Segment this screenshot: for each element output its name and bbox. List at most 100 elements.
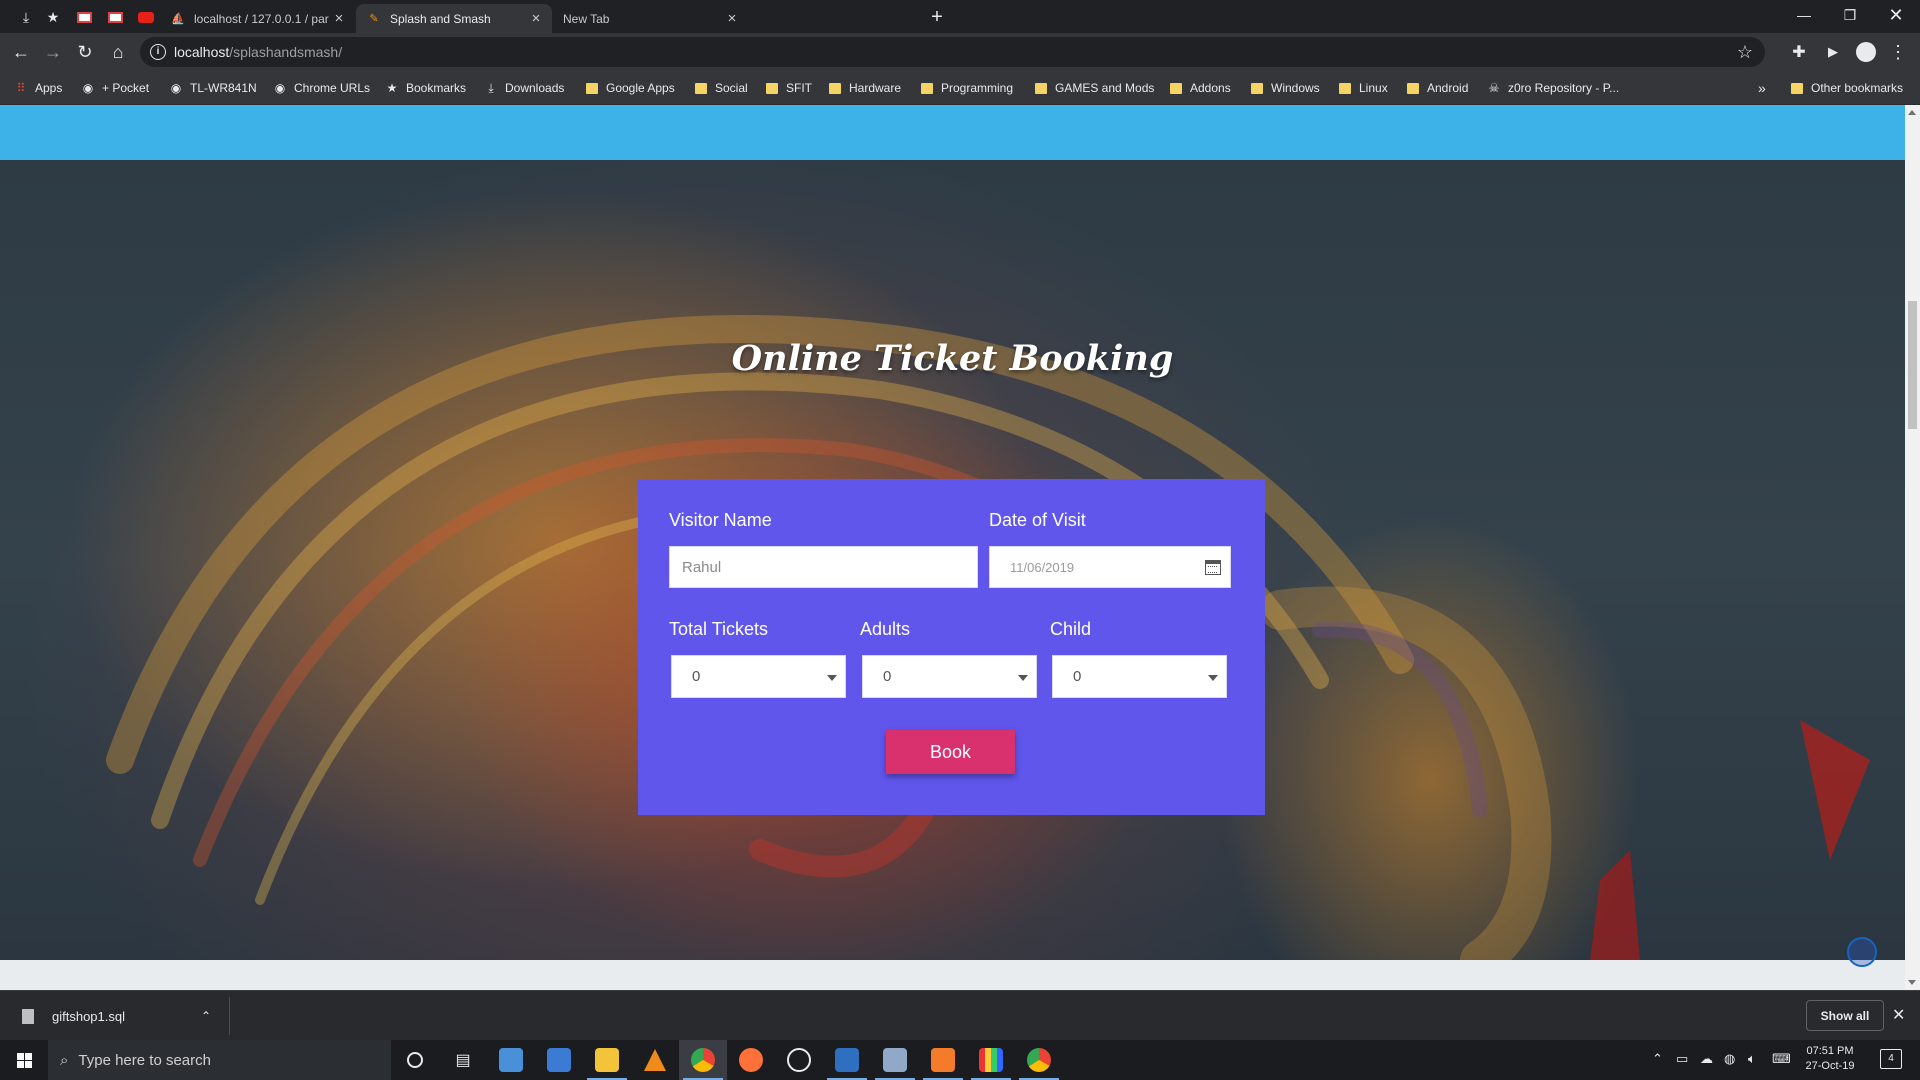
network-globe-icon[interactable]: ◍ <box>1724 1051 1735 1067</box>
globe-icon: ◉ <box>274 81 286 95</box>
xampp-icon[interactable] <box>919 1040 967 1080</box>
minimize-icon[interactable]: — <box>1781 0 1827 30</box>
notifications-icon[interactable]: 4 <box>1880 1049 1902 1069</box>
firefox-icon[interactable] <box>727 1040 775 1080</box>
child-select[interactable]: 0 <box>1052 655 1227 698</box>
download-icon[interactable]: ⤓ <box>15 6 37 28</box>
site-info-icon[interactable]: i <box>150 44 166 60</box>
bookmark-folder-windows[interactable]: Windows <box>1250 79 1320 97</box>
visitor-name-input[interactable]: Rahul <box>669 546 978 588</box>
bookmark-bookmarks[interactable]: ★ Bookmarks <box>385 79 466 97</box>
start-button[interactable] <box>0 1040 48 1080</box>
date-of-visit-input[interactable]: 11/06/2019 <box>989 546 1231 588</box>
onedrive-icon[interactable]: ☁ <box>1700 1051 1713 1067</box>
display-icon[interactable]: ▭ <box>1676 1051 1688 1067</box>
bookmark-folder-programming[interactable]: Programming <box>920 79 1013 97</box>
extensions-icon[interactable]: ✚ <box>1786 39 1812 65</box>
clock-date: 27-Oct-19 <box>1805 1060 1855 1072</box>
chrome-icon[interactable] <box>679 1040 727 1080</box>
folder-icon <box>828 81 842 95</box>
task-view-icon[interactable]: ▤ <box>439 1040 487 1080</box>
address-bar[interactable]: i localhost/splashandsmash/ ☆ <box>140 37 1765 67</box>
menu-kebab-icon[interactable]: ⋮ <box>1885 39 1911 65</box>
book-button[interactable]: Book <box>886 730 1015 774</box>
media-play-icon[interactable]: ▶ <box>1820 39 1846 65</box>
total-tickets-select[interactable]: 0 <box>671 655 846 698</box>
scroll-down-icon[interactable] <box>1908 980 1916 985</box>
close-tab-icon[interactable]: × <box>722 10 742 27</box>
chevron-up-icon[interactable]: ⌃ <box>201 1009 211 1023</box>
bookmark-folder-games-and-mods[interactable]: GAMES and Mods <box>1034 79 1154 97</box>
gmail-icon[interactable] <box>73 6 95 28</box>
adults-select[interactable]: 0 <box>862 655 1037 698</box>
adults-label: Adults <box>860 619 911 639</box>
bookmark-tl-wr841n[interactable]: ◉ TL-WR841N <box>169 79 257 97</box>
app-icon-colors[interactable] <box>967 1040 1015 1080</box>
bookmark-folder-hardware[interactable]: Hardware <box>828 79 901 97</box>
taskbar-search-box[interactable]: ⌕ Type here to search <box>48 1040 391 1080</box>
skull-icon: ☠ <box>1488 81 1500 95</box>
scroll-up-icon[interactable] <box>1908 110 1916 115</box>
volume-icon[interactable]: 🔈︎ <box>1748 1051 1756 1067</box>
show-all-button[interactable]: Show all <box>1806 1000 1884 1031</box>
close-tab-icon[interactable]: × <box>329 10 349 27</box>
system-clock[interactable]: 07:51 PM 27-Oct-19 <box>1800 1044 1860 1074</box>
bookmark-folder-addons[interactable]: Addons <box>1169 79 1231 97</box>
folder-icon <box>1250 81 1264 95</box>
gmail-icon-2[interactable] <box>104 6 126 28</box>
new-tab-plus-icon[interactable]: + <box>926 6 948 28</box>
bookmark-folder-other[interactable]: Other bookmarks <box>1790 79 1903 97</box>
forward-icon[interactable]: → <box>40 39 66 65</box>
file-icon <box>22 1008 34 1024</box>
app-icon-remote[interactable] <box>871 1040 919 1080</box>
tab-splash-and-smash[interactable]: ✎ Splash and Smash × <box>356 4 552 33</box>
bookmark-star-icon[interactable]: ☆ <box>1737 42 1753 63</box>
folder-icon <box>694 81 708 95</box>
home-icon[interactable]: ⌂ <box>105 39 131 65</box>
folder-icon <box>1790 81 1804 95</box>
bookmark-pocket[interactable]: ◉ + Pocket <box>81 79 149 97</box>
url-text: localhost/splashandsmash/ <box>174 44 343 60</box>
bookmark-downloads[interactable]: ⤓ Downloads <box>484 79 564 97</box>
profile-avatar-icon[interactable] <box>1853 39 1879 65</box>
restore-icon[interactable]: ❐ <box>1827 0 1873 30</box>
bookmark-z0ro-repository[interactable]: ☠ z0ro Repository - P... <box>1487 79 1620 97</box>
bookmark-folder-android[interactable]: Android <box>1406 79 1468 97</box>
app-icon-documents[interactable] <box>823 1040 871 1080</box>
scrollbar-thumb[interactable] <box>1908 301 1917 429</box>
tab-new-tab[interactable]: New Tab × <box>553 4 748 33</box>
bookmark-folder-google-apps[interactable]: Google Apps <box>585 79 675 97</box>
app-icon-network[interactable] <box>535 1040 583 1080</box>
bookmark-chrome-urls[interactable]: ◉ Chrome URLs <box>273 79 370 97</box>
app-icon-explorer-window[interactable] <box>487 1040 535 1080</box>
tray-chevron-up-icon[interactable]: ⌃ <box>1652 1051 1663 1067</box>
close-window-icon[interactable]: ✕ <box>1873 0 1919 30</box>
tab-title: Splash and Smash <box>390 11 491 26</box>
clock-time: 07:51 PM <box>1806 1045 1854 1057</box>
vlc-icon[interactable] <box>631 1040 679 1080</box>
date-value: 11/06/2019 <box>1010 559 1075 575</box>
bookmark-folder-sfit[interactable]: SFIT <box>765 79 812 97</box>
back-icon[interactable]: ← <box>8 39 34 65</box>
taskbar-search-placeholder: Type here to search <box>78 1051 211 1069</box>
reload-icon[interactable]: ↻ <box>72 39 98 65</box>
notification-count: 4 <box>1888 1053 1894 1064</box>
page-scrollbar[interactable] <box>1905 105 1920 990</box>
close-icon[interactable]: ✕ <box>1892 1005 1905 1025</box>
bookmark-apps[interactable]: ⠿ Apps <box>14 79 63 97</box>
youtube-icon[interactable] <box>135 6 157 28</box>
cortana-icon[interactable] <box>391 1040 439 1080</box>
file-explorer-icon[interactable] <box>583 1040 631 1080</box>
keyboard-icon[interactable]: ⌨ <box>1772 1051 1791 1067</box>
download-item[interactable]: giftshop1.sql ⌃ <box>10 997 230 1035</box>
tab-phpmyadmin[interactable]: ⛵ localhost / 127.0.0.1 / park / boo × <box>160 4 355 33</box>
close-tab-icon[interactable]: × <box>526 10 546 27</box>
bookmark-star-icon[interactable]: ★ <box>42 6 64 28</box>
bookmark-folder-social[interactable]: Social <box>694 79 748 97</box>
xbox-icon[interactable] <box>775 1040 823 1080</box>
calendar-icon[interactable] <box>1205 560 1221 575</box>
bookmarks-overflow-button[interactable]: » <box>1758 79 1766 97</box>
chrome-icon-2[interactable] <box>1015 1040 1063 1080</box>
bookmark-folder-linux[interactable]: Linux <box>1338 79 1388 97</box>
scroll-helper-icon[interactable] <box>1847 937 1877 967</box>
